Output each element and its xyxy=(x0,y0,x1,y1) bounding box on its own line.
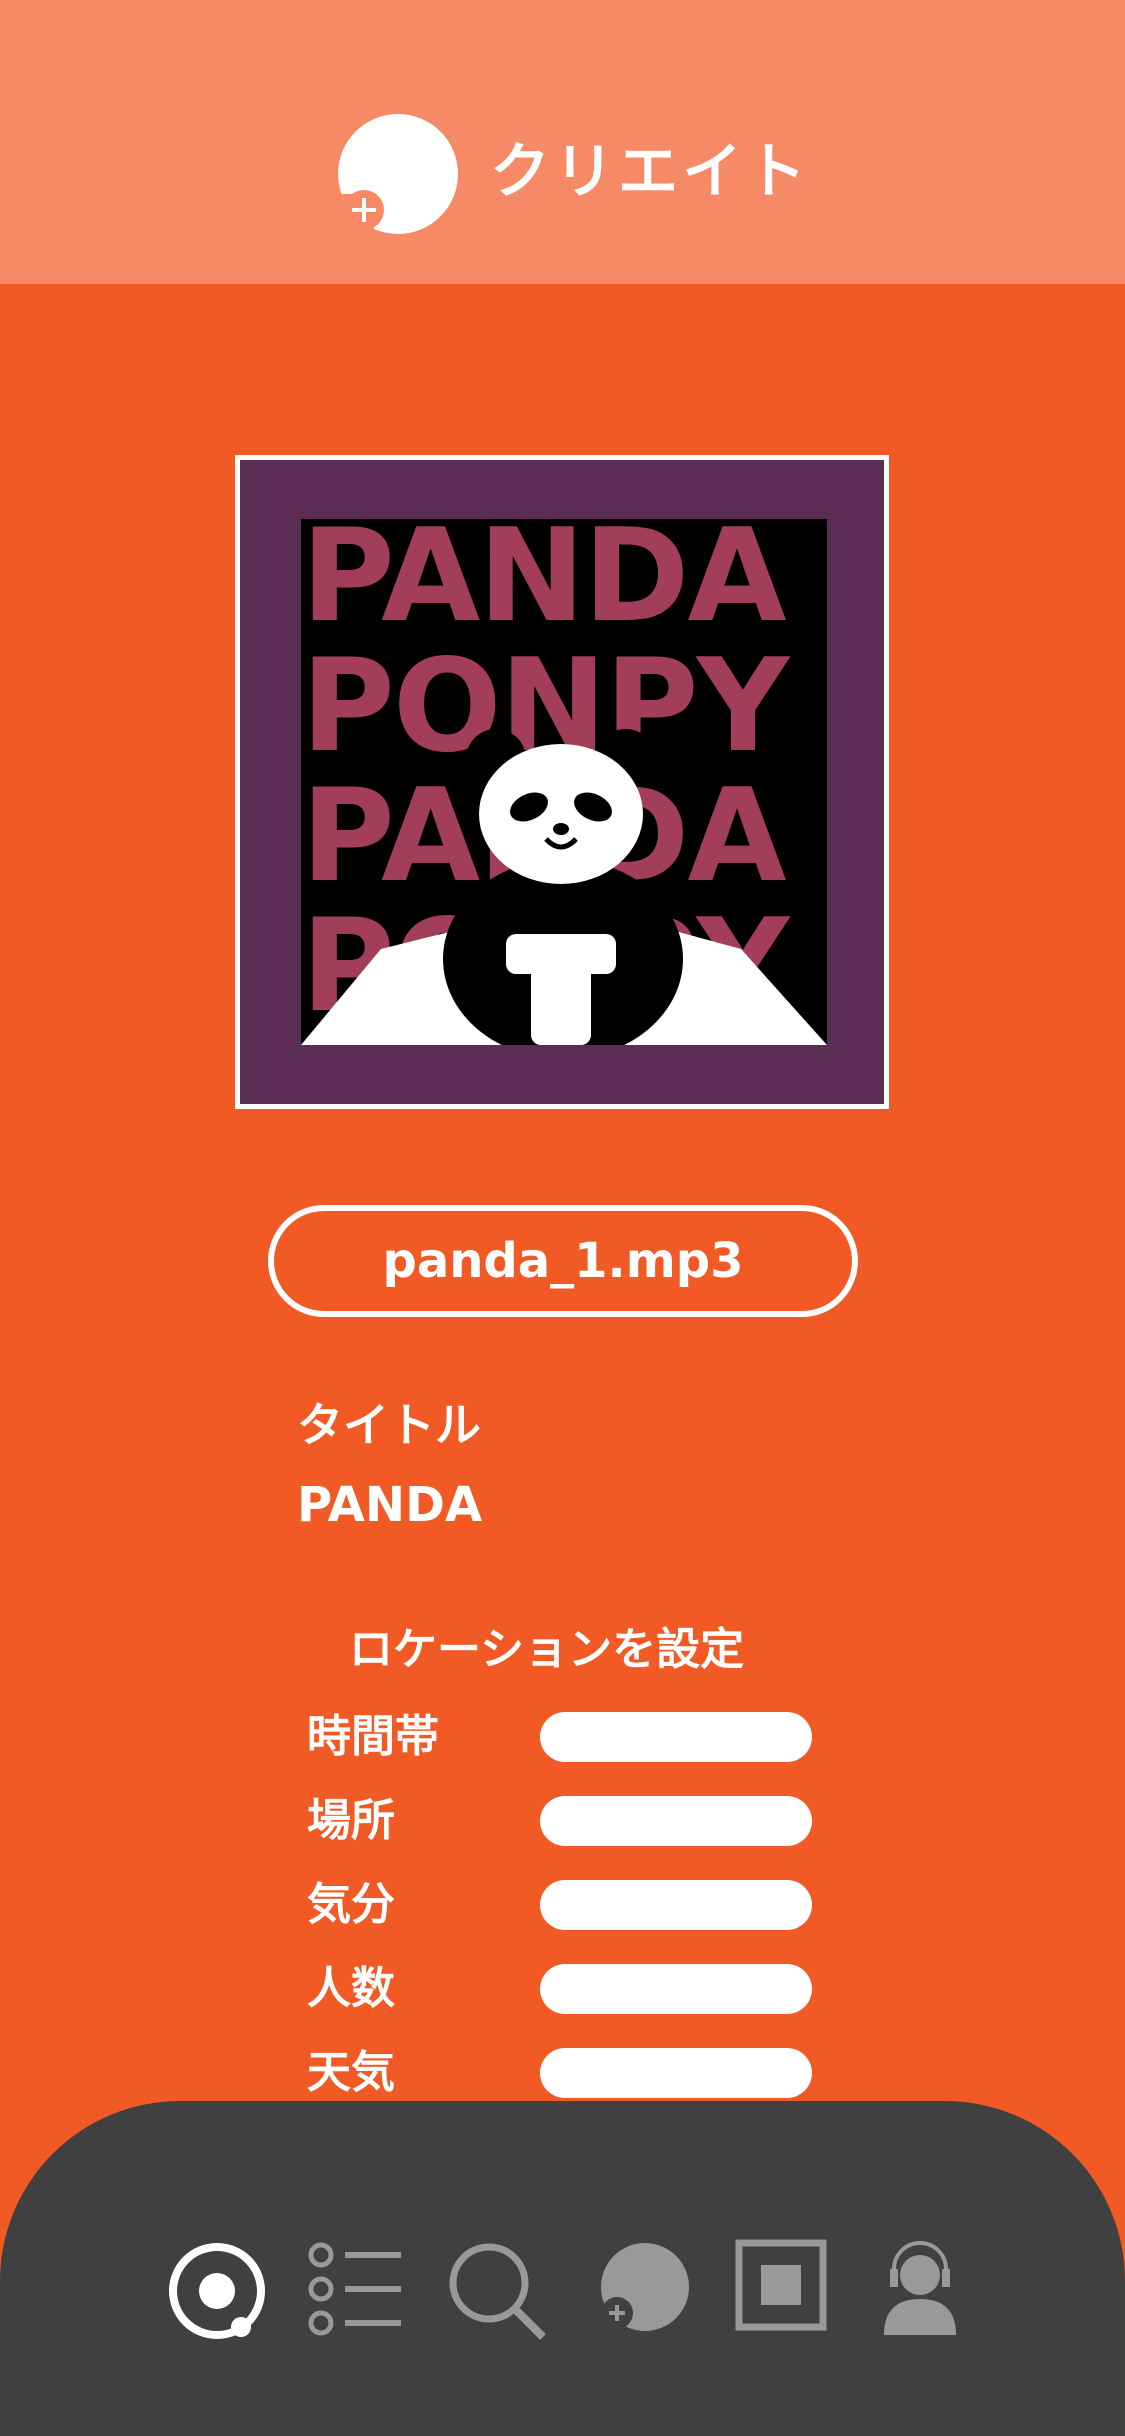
square-stop-icon[interactable] xyxy=(735,2239,827,2331)
time-of-day-label: 時間帯 xyxy=(307,1711,439,1762)
panda-illustration xyxy=(301,729,827,1045)
header-bar: クリエイト xyxy=(0,0,1125,284)
place-label: 場所 xyxy=(307,1795,395,1846)
weather-input[interactable] xyxy=(540,2048,812,2098)
create-plus-icon[interactable] xyxy=(595,2239,691,2335)
artwork-image: PANDA PONPY PANDA PONPY xyxy=(301,519,827,1045)
location-heading: ロケーションを設定 xyxy=(349,1624,745,1675)
radar-icon[interactable] xyxy=(165,2239,269,2343)
track-title-label: タイトル xyxy=(297,1398,481,1452)
album-artwork: PANDA PONPY PANDA PONPY xyxy=(235,455,889,1109)
mood-label: 気分 xyxy=(307,1879,395,1930)
mood-input[interactable] xyxy=(540,1880,812,1930)
user-headset-icon[interactable] xyxy=(880,2239,960,2335)
people-count-label: 人数 xyxy=(307,1963,395,2014)
place-input[interactable] xyxy=(540,1796,812,1846)
track-title-value[interactable]: PANDA xyxy=(297,1475,482,1535)
bottom-navigation xyxy=(0,2101,1125,2436)
weather-label: 天気 xyxy=(307,2047,395,2098)
time-of-day-input[interactable] xyxy=(540,1712,812,1762)
search-icon[interactable] xyxy=(445,2239,549,2343)
audio-file-name[interactable]: panda_1.mp3 xyxy=(268,1205,858,1317)
people-count-input[interactable] xyxy=(540,1964,812,2014)
list-icon[interactable] xyxy=(305,2239,405,2339)
create-plus-icon xyxy=(338,114,458,234)
page-title: クリエイト xyxy=(490,137,810,207)
